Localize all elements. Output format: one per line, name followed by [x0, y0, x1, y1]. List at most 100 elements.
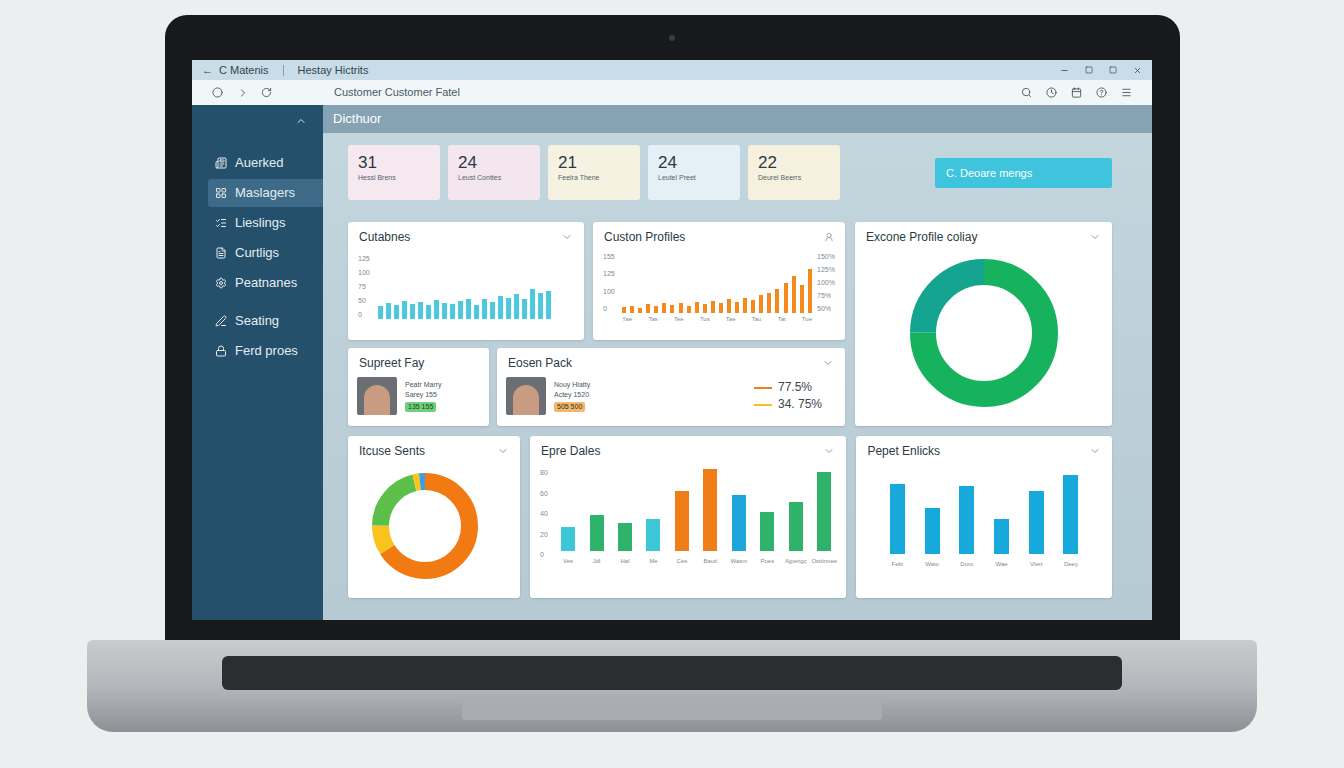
stat-label: Leutel Preet [658, 173, 730, 183]
chart-column: Vlert [1025, 491, 1047, 568]
home-icon[interactable] [212, 87, 223, 98]
sidebar-item[interactable]: Seating [208, 307, 323, 335]
eosen-card: Eosen PackNouy HlattyActey 1520505 50077… [497, 348, 845, 426]
address-field[interactable]: Customer Customer Fatel [334, 84, 460, 101]
person-photo [506, 377, 546, 415]
toolbar-icons [1021, 87, 1132, 98]
card-header: Eosen Pack [497, 348, 845, 371]
axis-label: Tus [700, 315, 710, 323]
chart-bar [426, 305, 431, 320]
browser-tab[interactable]: Hestay Hictrits [298, 62, 369, 79]
chart-bar [959, 486, 974, 555]
person-name: Peatr Marry [405, 380, 442, 390]
chart-bar [800, 285, 804, 313]
axis-label: Vlert [1030, 560, 1042, 568]
menu-icon[interactable] [1121, 87, 1132, 98]
chart-bar [767, 293, 771, 313]
stat-value: 31 [358, 153, 430, 173]
person-info: Nouy HlattyActey 1520505 500 [554, 380, 590, 412]
chevron-down-icon[interactable] [823, 445, 835, 457]
chart-bar [817, 472, 831, 551]
axis-label: Tae [726, 315, 736, 323]
chevron-down-icon[interactable] [561, 231, 573, 243]
clock-icon[interactable] [1046, 87, 1057, 98]
sidebar-item[interactable]: Maslagers [208, 179, 323, 207]
chart-bar [466, 299, 471, 319]
legend-line [754, 387, 772, 389]
card-title: Itcuse Sents [359, 443, 425, 459]
person-row: Nouy HlattyActey 1520505 50077.5%34. 75% [497, 371, 845, 415]
back-button[interactable]: ← [202, 62, 213, 79]
legend-item: 77.5% [754, 380, 822, 395]
chart-column: Ces [670, 491, 694, 565]
collapse-icon[interactable] [295, 115, 307, 127]
maximize-icon[interactable] [1085, 66, 1093, 74]
divider [283, 65, 284, 76]
chevron-down-icon[interactable] [497, 445, 509, 457]
card-header: Excone Profile coliay [855, 222, 1112, 245]
stat-value: 24 [658, 153, 730, 173]
axis-tick: 75% [817, 292, 835, 300]
chart-bar [719, 303, 723, 313]
donut-segment [381, 482, 470, 571]
minimize-icon[interactable] [1060, 66, 1069, 75]
trackpad [462, 698, 882, 720]
calendar-icon[interactable] [1071, 87, 1082, 98]
forward-icon[interactable] [237, 87, 249, 99]
content: 31Hessl Brens24Leust Conttes21Feelra The… [323, 133, 1152, 598]
axis-label: Waio [925, 560, 938, 568]
help-icon[interactable] [1096, 87, 1107, 98]
person-badge: 505 500 [554, 402, 585, 412]
keyboard [222, 656, 1122, 690]
stat-card: 21Feelra Thene [548, 145, 640, 200]
dales-chart: VesJdlHalMeCesBautiWasmPoesAjperigcOstti… [556, 469, 836, 565]
stats-row: 31Hessl Brens24Leust Conttes21Feelra The… [348, 145, 1112, 200]
axis-tick: 155 [603, 253, 617, 261]
restore-icon[interactable] [1109, 66, 1117, 74]
axis-label: Febi [892, 560, 904, 568]
chart-bar [546, 291, 551, 319]
user-icon[interactable] [824, 232, 834, 242]
axis-tick: 125 [603, 270, 617, 278]
chart-column: Waio [921, 508, 943, 569]
axis-label: Jdl [593, 557, 601, 565]
axis-label: Tat [778, 315, 786, 323]
stat-card: 31Hessl Brens [348, 145, 440, 200]
stat-label: Feelra Thene [558, 173, 630, 183]
sidebar-item[interactable]: Peatnanes [208, 269, 323, 297]
chevron-down-icon[interactable] [1089, 231, 1101, 243]
stat-label: Hessl Brens [358, 173, 430, 183]
person-badge: 135 155 [405, 402, 436, 412]
list-icon [215, 217, 227, 229]
axis-tick: 80 [540, 469, 550, 477]
sidebar-item[interactable]: Curtligs [208, 239, 323, 267]
stat-value: 22 [758, 153, 830, 173]
axis-tick: 20 [540, 531, 550, 539]
chart-bar [506, 298, 511, 319]
dales-card: Epre Dales806040200VesJdlHalMeCesBautiWa… [530, 436, 846, 598]
axis-label: Doro [960, 560, 973, 568]
chart-bar [994, 519, 1009, 554]
chart-bar [784, 283, 788, 313]
person-meta: Sarey 155 [405, 390, 442, 400]
address-bar: Customer Customer Fatel [192, 80, 1152, 105]
axis-tick: 0 [358, 311, 372, 319]
chart-bar [687, 306, 691, 313]
chevron-down-icon[interactable] [822, 357, 834, 369]
sidebar-item[interactable]: Ferd proes [208, 337, 323, 365]
grid-icon [215, 187, 227, 199]
action-button[interactable]: C. Deoare mengs [935, 158, 1112, 188]
sidebar-item[interactable]: Lieslings [208, 209, 323, 237]
sidebar-item[interactable]: Auerked [208, 149, 323, 177]
chart-bar [654, 306, 658, 313]
card-header: Cutabnes [348, 222, 584, 245]
close-icon[interactable] [1133, 66, 1142, 75]
reload-icon[interactable] [261, 87, 272, 98]
row-a: Cutabnes12510075500Custon Profiles155125… [348, 222, 1112, 426]
dales-ticks: 806040200 [540, 469, 550, 559]
chart-bar [1029, 491, 1044, 554]
search-icon[interactable] [1021, 87, 1032, 98]
person-meta: Actey 1520 [554, 390, 590, 400]
chevron-down-icon[interactable] [1089, 445, 1101, 457]
axis-label: Me [649, 557, 657, 565]
